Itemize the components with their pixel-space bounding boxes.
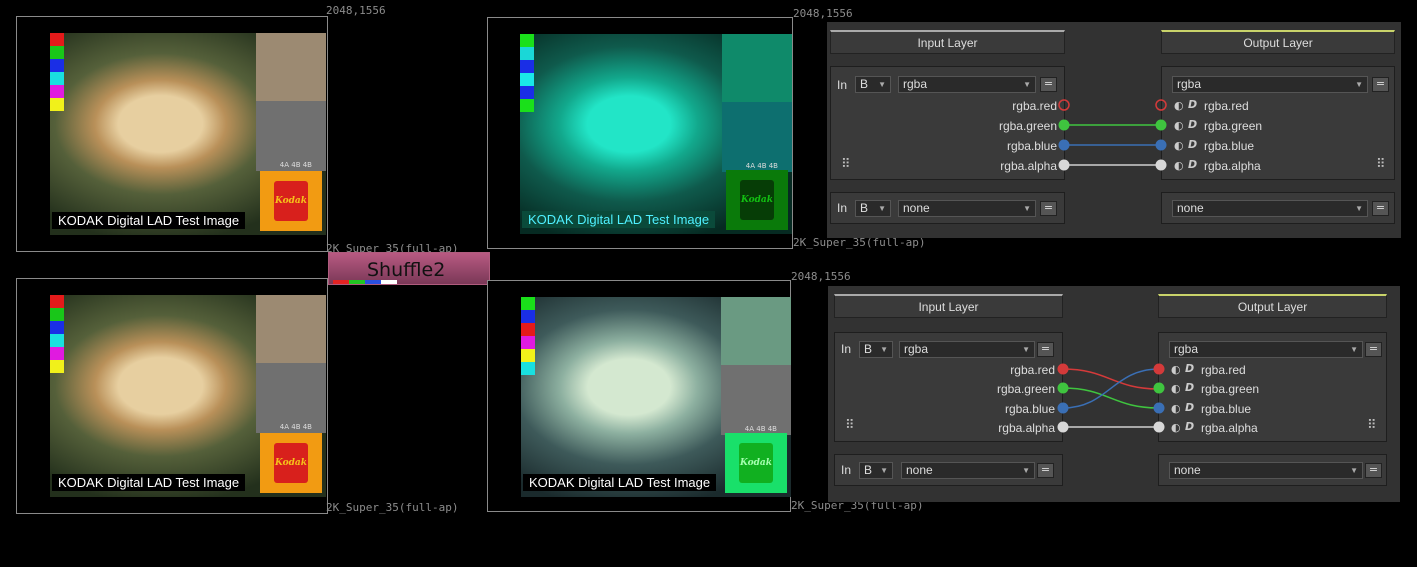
- in-select-2[interactable]: B ▼: [855, 200, 891, 217]
- socket-blue[interactable]: [1058, 139, 1070, 151]
- input-layer-2-select[interactable]: none ▼: [898, 200, 1036, 217]
- dropdown-arrow-icon: ▼: [878, 204, 886, 213]
- kodak-logo: Kodak: [260, 433, 322, 493]
- color-chips: [50, 295, 64, 373]
- color-chips: [521, 297, 535, 375]
- dropdown-arrow-icon: ▼: [1022, 466, 1030, 475]
- dropdown-arrow-icon: ▼: [1350, 466, 1358, 475]
- equal-button[interactable]: =: [1040, 201, 1057, 216]
- socket-alpha[interactable]: [1155, 159, 1167, 171]
- socket-blue[interactable]: [1155, 139, 1167, 151]
- viewer-resolution: 2048,1556: [326, 4, 386, 17]
- viewer-format: 2K_Super_35(full-ap): [326, 501, 459, 514]
- socket-red[interactable]: [1153, 363, 1165, 375]
- image-caption: KODAK Digital LAD Test Image: [52, 474, 246, 491]
- output-secondary-box: none ▼ =: [1158, 454, 1387, 486]
- in-select-2[interactable]: B ▼: [859, 462, 893, 479]
- dropdown-arrow-icon: ▼: [1355, 204, 1363, 213]
- input-secondary-box: In B ▼ none ▼ =: [830, 192, 1065, 224]
- output-secondary-box: none ▼ =: [1161, 192, 1395, 224]
- output-layer-2-select[interactable]: none ▼: [1169, 462, 1363, 479]
- dropdown-arrow-icon: ▼: [1023, 204, 1031, 213]
- image-caption: KODAK Digital LAD Test Image: [522, 211, 716, 228]
- wire-green-blue: [1062, 387, 1160, 409]
- tiny-label: 4A 4B 4B: [745, 162, 778, 170]
- node-channel-chip: [381, 280, 397, 284]
- equal-button[interactable]: =: [1372, 201, 1389, 216]
- kodak-logo: Kodak: [260, 171, 322, 231]
- test-image: 4A 4B 4B Kodak KODAK Digital LAD Test Im…: [50, 295, 326, 497]
- output-layer-2-select[interactable]: none ▼: [1172, 200, 1368, 217]
- viewer-shuffled-bottom[interactable]: 4A 4B 4B Kodak KODAK Digital LAD Test Im…: [487, 280, 791, 512]
- node-label: Shuffle2: [367, 259, 446, 281]
- viewer-resolution: 2048,1556: [791, 270, 851, 283]
- kodak-logo: Kodak: [725, 433, 787, 493]
- shuffle-node[interactable]: Shuffle2: [328, 252, 490, 285]
- socket-red[interactable]: [1057, 363, 1069, 375]
- socket-red[interactable]: [1058, 99, 1070, 111]
- shuffle-panel-bottom: Input Layer Output Layer In B ▼ rgba ▼ = r…: [828, 286, 1400, 502]
- wire-red-green: [1062, 368, 1160, 390]
- image-caption: KODAK Digital LAD Test Image: [523, 474, 717, 491]
- socket-green[interactable]: [1153, 382, 1165, 394]
- dropdown-arrow-icon: ▼: [880, 466, 888, 475]
- kodak-logo: Kodak: [726, 170, 788, 230]
- socket-red[interactable]: [1155, 99, 1167, 111]
- viewer-shuffled-top[interactable]: 4A 4B 4B Kodak KODAK Digital LAD Test Im…: [487, 17, 793, 249]
- socket-alpha[interactable]: [1058, 159, 1070, 171]
- viewer-resolution: 2048,1556: [793, 7, 853, 20]
- color-chips: [50, 33, 64, 111]
- equal-button[interactable]: =: [1365, 463, 1382, 478]
- input-secondary-box: In B ▼ none ▼ =: [834, 454, 1063, 486]
- test-image: 4A 4B 4B Kodak KODAK Digital LAD Test Im…: [521, 297, 791, 497]
- test-image: 4A 4B 4B Kodak KODAK Digital LAD Test Im…: [520, 34, 792, 234]
- socket-blue[interactable]: [1153, 402, 1165, 414]
- socket-blue[interactable]: [1057, 402, 1069, 414]
- node-channel-chip: [333, 280, 349, 284]
- shuffle-panel-top: Input Layer Output Layer In B ▼ rgba ▼ = r…: [827, 22, 1401, 238]
- input-layer-2-select[interactable]: none ▼: [901, 462, 1035, 479]
- viewer-original-top[interactable]: 4A 4B 4B Kodak KODAK Digital LAD Test Im…: [16, 16, 328, 252]
- image-caption: KODAK Digital LAD Test Image: [52, 212, 246, 229]
- tiny-label: 4A 4B 4B: [279, 161, 312, 169]
- color-chips: [520, 34, 534, 112]
- test-image: 4A 4B 4B Kodak KODAK Digital LAD Test Im…: [50, 33, 326, 235]
- node-channel-chip: [365, 280, 381, 284]
- socket-green[interactable]: [1058, 119, 1070, 131]
- socket-alpha[interactable]: [1057, 421, 1069, 433]
- tiny-label: 4A 4B 4B: [279, 423, 312, 431]
- equal-button[interactable]: =: [1037, 463, 1054, 478]
- viewer-original-bottom[interactable]: 4A 4B 4B Kodak KODAK Digital LAD Test Im…: [16, 278, 328, 514]
- node-channel-chip: [349, 280, 365, 284]
- tiny-label: 4A 4B 4B: [744, 425, 777, 433]
- socket-green[interactable]: [1155, 119, 1167, 131]
- socket-alpha[interactable]: [1153, 421, 1165, 433]
- socket-green[interactable]: [1057, 382, 1069, 394]
